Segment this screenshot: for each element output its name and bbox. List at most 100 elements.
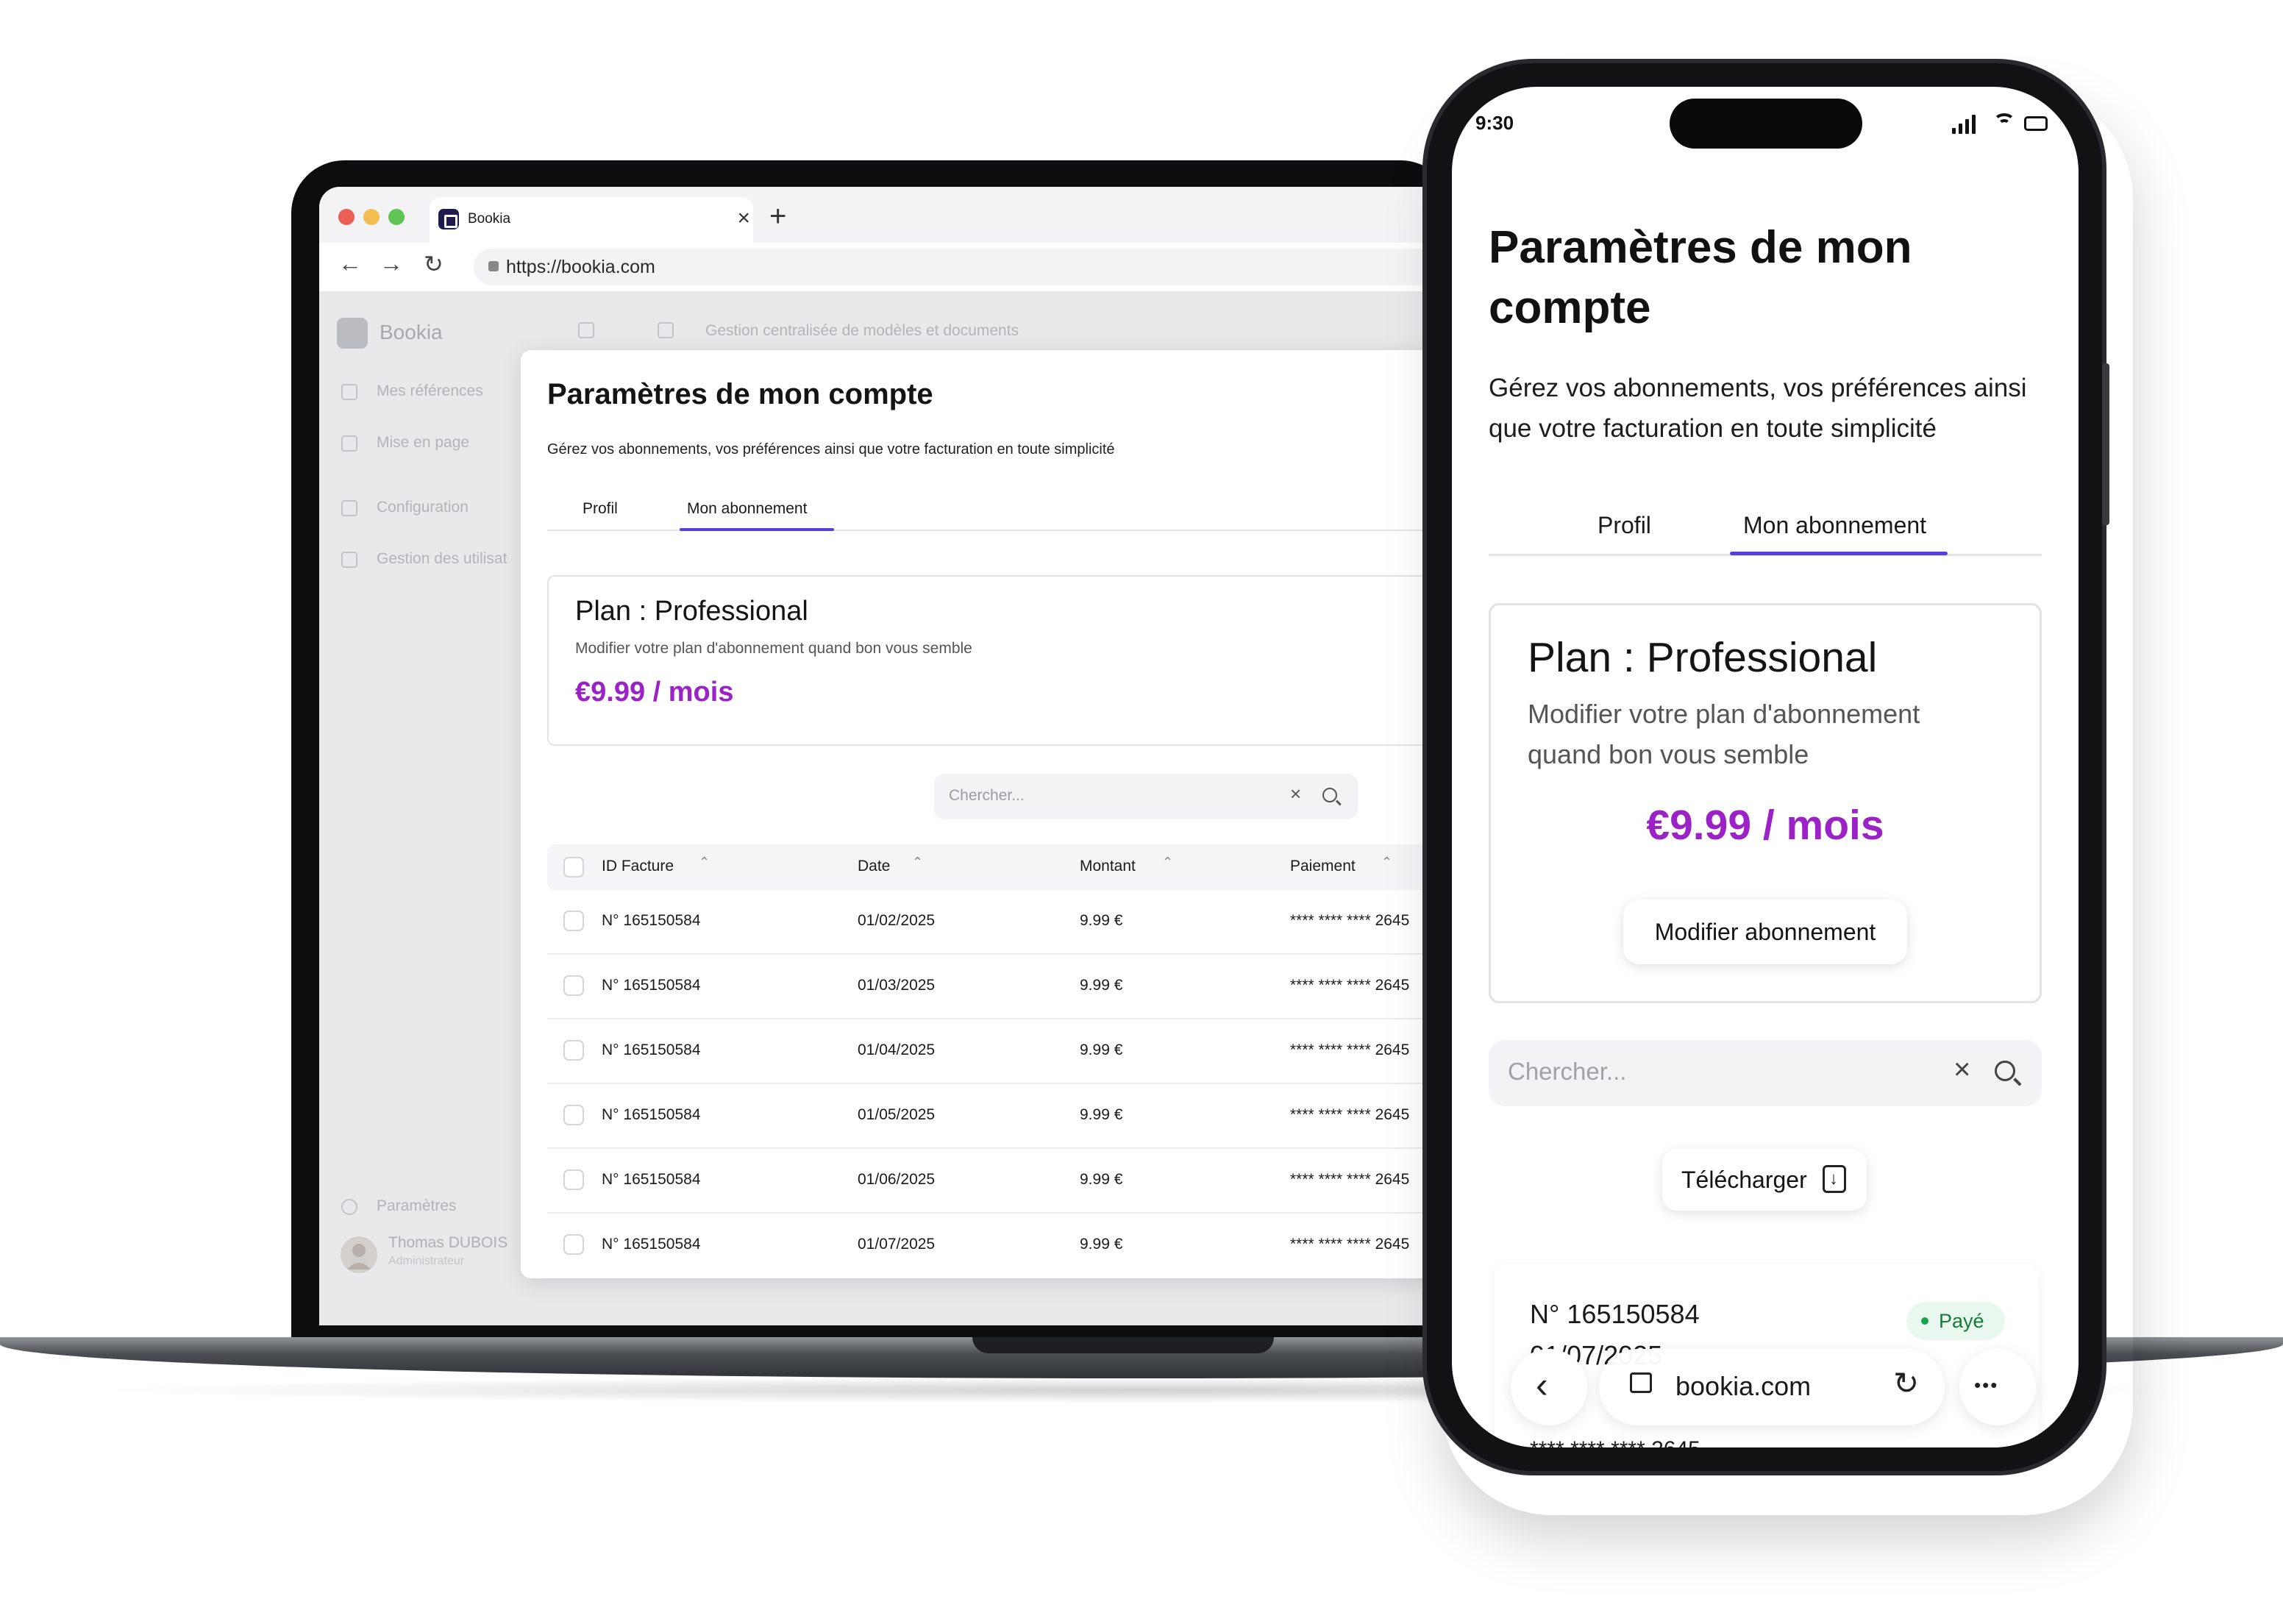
mobile-url-bar[interactable]: bookia.com ↻ xyxy=(1599,1349,1945,1425)
sort-icon[interactable]: ⌃ xyxy=(1381,855,1392,870)
row-checkbox[interactable] xyxy=(563,1234,584,1255)
document-icon xyxy=(658,322,674,338)
tab-profil[interactable]: Profil xyxy=(1598,512,1651,539)
sort-icon[interactable]: ⌃ xyxy=(912,855,923,870)
invoice-date: 01/02/2025 xyxy=(858,912,936,929)
battery-icon xyxy=(2024,116,2048,131)
bookia-favicon-icon xyxy=(438,209,459,229)
browser-tab[interactable]: Bookia × xyxy=(430,197,753,243)
invoice-payment: **** **** **** 2645 xyxy=(1290,1236,1410,1253)
sort-icon[interactable]: ⌃ xyxy=(699,855,710,870)
page-title: Paramètres de mon compte xyxy=(1489,222,1912,333)
table-row[interactable]: N° 165150584 01/03/2025 9.99 € **** ****… xyxy=(547,955,1452,1019)
status-icons xyxy=(1952,112,2055,134)
active-tab-indicator xyxy=(680,528,834,531)
more-dots-icon: ••• xyxy=(1974,1374,1999,1396)
row-checkbox[interactable] xyxy=(563,1105,584,1125)
reload-icon[interactable]: ↻ xyxy=(424,250,444,278)
table-row[interactable]: N° 165150584 01/06/2025 9.99 € **** ****… xyxy=(547,1149,1452,1214)
close-window-dot[interactable] xyxy=(338,209,355,225)
phone-screen: 9:30 Paramètres de mon compte Gérez vos … xyxy=(1452,87,2079,1447)
reload-icon[interactable]: ↻ xyxy=(1893,1365,1919,1401)
more-options-button[interactable]: ••• xyxy=(1959,1349,2036,1425)
new-tab-button[interactable]: + xyxy=(769,202,786,231)
clear-search-icon[interactable]: × xyxy=(1953,1053,1970,1086)
search-icon[interactable] xyxy=(1322,788,1337,802)
layout-icon xyxy=(341,435,357,452)
sidebar-item-mise-en-page[interactable]: Mise en page xyxy=(377,434,469,452)
row-checkbox[interactable] xyxy=(563,975,584,996)
invoice-id: N° 165150584 xyxy=(602,1171,701,1188)
app-name: Bookia xyxy=(380,321,443,343)
signal-icon xyxy=(1965,119,1969,134)
invoice-payment: **** **** **** 2645 xyxy=(1290,1106,1410,1123)
plan-price: €9.99 / mois xyxy=(575,677,734,708)
invoice-amount: 9.99 € xyxy=(1080,1041,1123,1058)
url-text: https://bookia.com xyxy=(506,257,655,277)
row-checkbox[interactable] xyxy=(563,1169,584,1190)
lock-icon xyxy=(488,261,499,271)
sidebar-item-mes-references[interactable]: Mes références xyxy=(377,382,483,400)
search-placeholder: Chercher... xyxy=(1508,1058,1627,1085)
device-showcase: Bookia × + ← → ↻ https://bookia.com Book… xyxy=(0,0,2283,1624)
tab-mon-abonnement[interactable]: Mon abonnement xyxy=(1743,512,1926,539)
clear-search-icon[interactable]: × xyxy=(1290,783,1301,805)
grid-icon xyxy=(341,384,357,400)
row-checkbox[interactable] xyxy=(563,911,584,931)
search-input[interactable]: Chercher... × xyxy=(1489,1040,2042,1106)
search-placeholder: Chercher... xyxy=(949,787,1025,804)
invoice-amount: 9.99 € xyxy=(1080,1106,1123,1123)
table-row[interactable]: N° 165150584 01/07/2025 9.99 € **** ****… xyxy=(547,1214,1452,1278)
minimize-window-dot[interactable] xyxy=(363,209,380,225)
search-icon[interactable] xyxy=(1995,1061,2015,1081)
avatar xyxy=(341,1236,377,1273)
invoice-date: 01/03/2025 xyxy=(858,977,936,994)
download-button[interactable]: Télécharger xyxy=(1662,1149,1867,1211)
download-label: Télécharger xyxy=(1681,1167,1807,1193)
browser-tab-title: Bookia xyxy=(468,211,511,227)
bookia-logo-icon xyxy=(337,318,368,349)
sort-icon[interactable]: ⌃ xyxy=(1162,855,1173,870)
close-tab-icon[interactable]: × xyxy=(737,206,750,231)
table-row[interactable]: N° 165150584 01/04/2025 9.99 € **** ****… xyxy=(547,1019,1452,1084)
page-subtitle: Gérez vos abonnements, vos préférences a… xyxy=(1489,374,2027,443)
wifi-icon xyxy=(1998,119,2010,129)
users-icon xyxy=(341,552,357,568)
invoice-date: 01/06/2025 xyxy=(858,1171,936,1188)
back-arrow-icon[interactable]: ← xyxy=(338,250,362,277)
sidebar-toggle-icon[interactable] xyxy=(578,322,594,338)
tab-profil[interactable]: Profil xyxy=(583,500,618,518)
row-checkbox[interactable] xyxy=(563,1040,584,1061)
maximize-window-dot[interactable] xyxy=(388,209,405,225)
browser-addressbar: ← → ↻ https://bookia.com xyxy=(319,243,1452,291)
column-header-date[interactable]: Date xyxy=(858,858,890,875)
invoice-id: N° 165150584 xyxy=(602,1106,701,1123)
search-input[interactable]: Chercher... × xyxy=(934,774,1358,819)
forward-arrow-icon[interactable]: → xyxy=(380,250,403,277)
select-all-checkbox[interactable] xyxy=(563,857,584,877)
modify-subscription-button[interactable]: Modifier abonnement xyxy=(1623,900,1907,964)
invoice-payment: **** **** **** 2645 xyxy=(1290,912,1410,929)
column-header-paiement[interactable]: Paiement xyxy=(1290,858,1356,875)
phone-side-button xyxy=(2102,363,2109,525)
column-header-montant[interactable]: Montant xyxy=(1080,858,1136,875)
status-label: Payé xyxy=(1939,1310,1984,1332)
url-domain: bookia.com xyxy=(1675,1371,1812,1401)
invoice-id: N° 165150584 xyxy=(602,977,701,994)
tabs-icon[interactable] xyxy=(1630,1372,1652,1393)
sliders-icon xyxy=(341,500,357,516)
invoice-payment: **** **** **** 2645 xyxy=(1530,1437,1700,1447)
url-field[interactable]: https://bookia.com xyxy=(474,249,1452,285)
table-row[interactable]: N° 165150584 01/02/2025 9.99 € **** ****… xyxy=(547,890,1452,955)
tab-mon-abonnement[interactable]: Mon abonnement xyxy=(687,500,807,518)
sidebar-item-parametres[interactable]: Paramètres xyxy=(377,1197,457,1215)
sidebar-item-configuration[interactable]: Configuration xyxy=(377,499,469,516)
plan-subtitle: Modifier votre plan d'abonnement quand b… xyxy=(575,640,972,657)
column-header-id-facture[interactable]: ID Facture xyxy=(602,858,674,875)
invoice-amount: 9.99 € xyxy=(1080,1236,1123,1253)
table-row[interactable]: N° 165150584 01/05/2025 9.99 € **** ****… xyxy=(547,1084,1452,1149)
browser-back-button[interactable]: ‹ xyxy=(1511,1349,1587,1425)
page-subtitle: Gérez vos abonnements, vos préférences a… xyxy=(547,441,1115,457)
sidebar-item-gestion-utilisateurs[interactable]: Gestion des utilisat xyxy=(377,550,507,568)
invoice-id: N° 165150584 xyxy=(602,1236,701,1253)
